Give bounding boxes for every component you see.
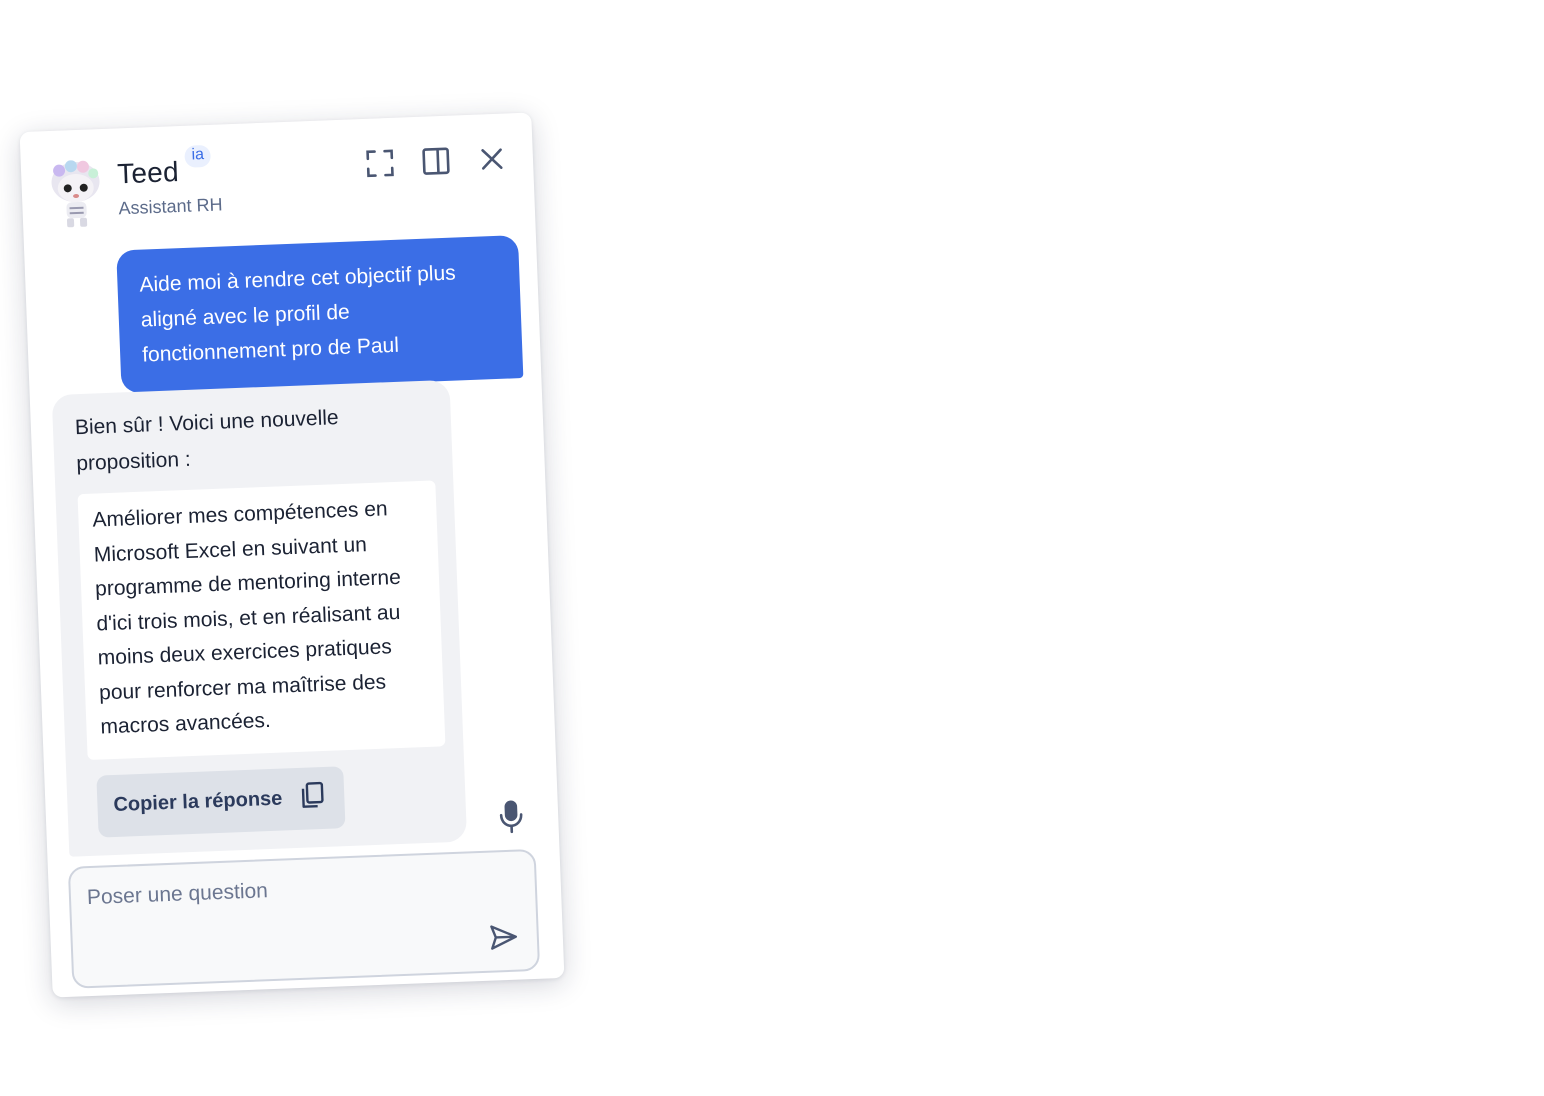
user-message: Aide moi à rendre cet objectif plus alig… xyxy=(116,235,524,394)
assistant-avatar xyxy=(47,159,106,229)
proposal-text: Améliorer mes compétences en Microsoft E… xyxy=(77,480,446,760)
assistant-role: Assistant RH xyxy=(118,194,223,219)
side-panel-icon[interactable] xyxy=(420,146,451,177)
assistant-message: Bien sûr ! Voici une nouvelle propositio… xyxy=(51,379,468,857)
question-input-box xyxy=(67,848,541,989)
copy-button-label: Copier la réponse xyxy=(113,787,283,817)
chat-header: Teed ia Assistant RH xyxy=(20,112,536,242)
microphone-icon[interactable] xyxy=(498,799,525,834)
stage: Teed ia Assistant RH Aide moi à rendre c… xyxy=(0,0,1544,1096)
copy-response-button[interactable]: Copier la réponse xyxy=(96,765,346,838)
send-icon[interactable] xyxy=(488,922,519,953)
assistant-intro-text: Bien sûr ! Voici une nouvelle propositio… xyxy=(74,406,340,476)
close-icon[interactable] xyxy=(476,143,507,174)
title-group: Teed ia Assistant RH xyxy=(117,144,223,219)
header-actions xyxy=(364,143,507,178)
copy-icon xyxy=(300,780,325,815)
assistant-chat-panel: Teed ia Assistant RH Aide moi à rendre c… xyxy=(19,112,565,998)
expand-icon[interactable] xyxy=(364,148,395,179)
question-input[interactable] xyxy=(84,869,472,969)
